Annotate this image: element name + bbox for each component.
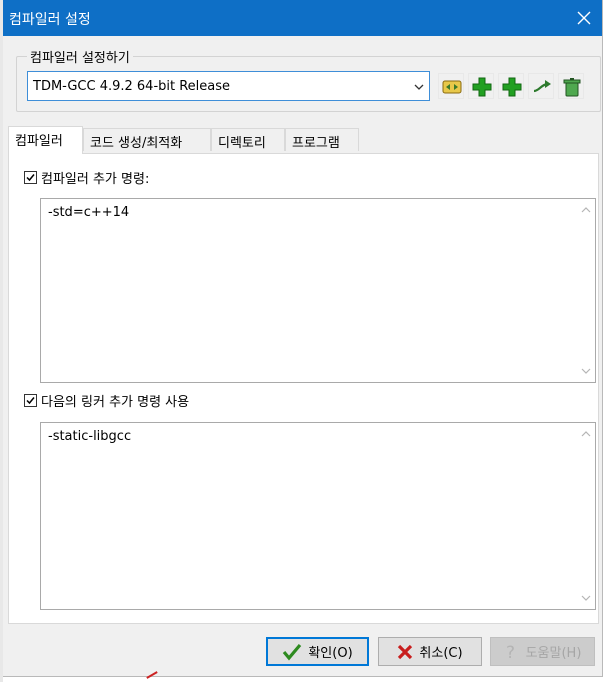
cancel-button[interactable]: 취소(C) — [378, 637, 482, 666]
compiler-set-select[interactable]: TDM-GCC 4.9.2 64-bit Release — [27, 71, 430, 101]
help-button-label: 도움말(H) — [525, 646, 582, 661]
compile-option-textarea[interactable]: -std=c++14 — [40, 198, 596, 383]
scroll-down-icon — [581, 368, 591, 374]
tab-compiler-label: 컴파일러 — [15, 134, 63, 149]
ok-button-label: 확인(O) — [308, 646, 353, 661]
check-icon — [26, 173, 35, 181]
linker-option-text: -static-libgcc — [48, 429, 132, 444]
linker-option-label: 다음의 링커 추가 명령 사용 — [41, 394, 190, 410]
svg-text:?: ? — [506, 643, 515, 661]
help-icon: ? — [506, 643, 515, 661]
compile-option-checkbox[interactable] — [24, 170, 37, 184]
cancel-x-icon — [398, 644, 413, 659]
compiler-tab-panel: 컴파일러 추가 명령: -std=c++14 다음의 링커 추가 명령 사용 -… — [8, 153, 599, 624]
chevron-down-icon — [413, 81, 425, 93]
check-icon — [26, 396, 35, 404]
compiler-set-group-label: 컴파일러 설정하기 — [27, 47, 133, 66]
compiler-settings-dialog: 컴파일러 설정 컴파일러 설정하기 TDM-GCC 4.9.2 64-bit R… — [3, 0, 603, 677]
find-compilers-button[interactable] — [438, 73, 464, 99]
linker-option-textarea[interactable]: -static-libgcc — [40, 422, 596, 610]
compile-option-text: -std=c++14 — [48, 205, 130, 220]
scroll-up-icon — [581, 207, 591, 213]
linker-option-checkbox[interactable] — [24, 393, 37, 407]
compile-option-scrollbar[interactable] — [578, 199, 595, 382]
tab-code-generation-label: 코드 생성/최적화 — [90, 136, 183, 151]
tab-programs[interactable]: 프로그램 — [285, 128, 359, 151]
delete-compiler-button[interactable] — [558, 73, 584, 99]
help-button[interactable]: ? 도움말(H) — [490, 637, 595, 666]
add-blank-compiler-button[interactable] — [468, 73, 494, 99]
title-bar: 컴파일러 설정 — [3, 0, 602, 36]
compile-option-label: 컴파일러 추가 명령: — [41, 171, 150, 187]
tab-programs-label: 프로그램 — [292, 136, 340, 151]
tab-compiler[interactable]: 컴파일러 — [8, 126, 83, 154]
compiler-set-selected-value: TDM-GCC 4.9.2 64-bit Release — [33, 79, 231, 94]
window-title: 컴파일러 설정 — [9, 12, 91, 28]
scroll-down-icon — [581, 595, 591, 601]
cancel-button-label: 취소(C) — [419, 646, 463, 661]
linker-option-checkbox-row[interactable]: 다음의 링커 추가 명령 사용 — [24, 391, 190, 410]
add-new-compiler-button[interactable] — [498, 73, 524, 99]
scroll-up-icon — [581, 431, 591, 437]
linker-option-scrollbar[interactable] — [578, 423, 595, 609]
rename-compiler-button[interactable] — [528, 73, 554, 99]
ok-button[interactable]: 확인(O) — [266, 637, 369, 666]
checkmark-icon — [283, 643, 302, 660]
tab-directories-label: 디렉토리 — [218, 136, 266, 151]
close-icon[interactable] — [572, 6, 596, 30]
compile-option-checkbox-row[interactable]: 컴파일러 추가 명령: — [24, 168, 150, 187]
tab-directories[interactable]: 디렉토리 — [211, 128, 285, 151]
tab-code-generation[interactable]: 코드 생성/최적화 — [83, 128, 211, 151]
